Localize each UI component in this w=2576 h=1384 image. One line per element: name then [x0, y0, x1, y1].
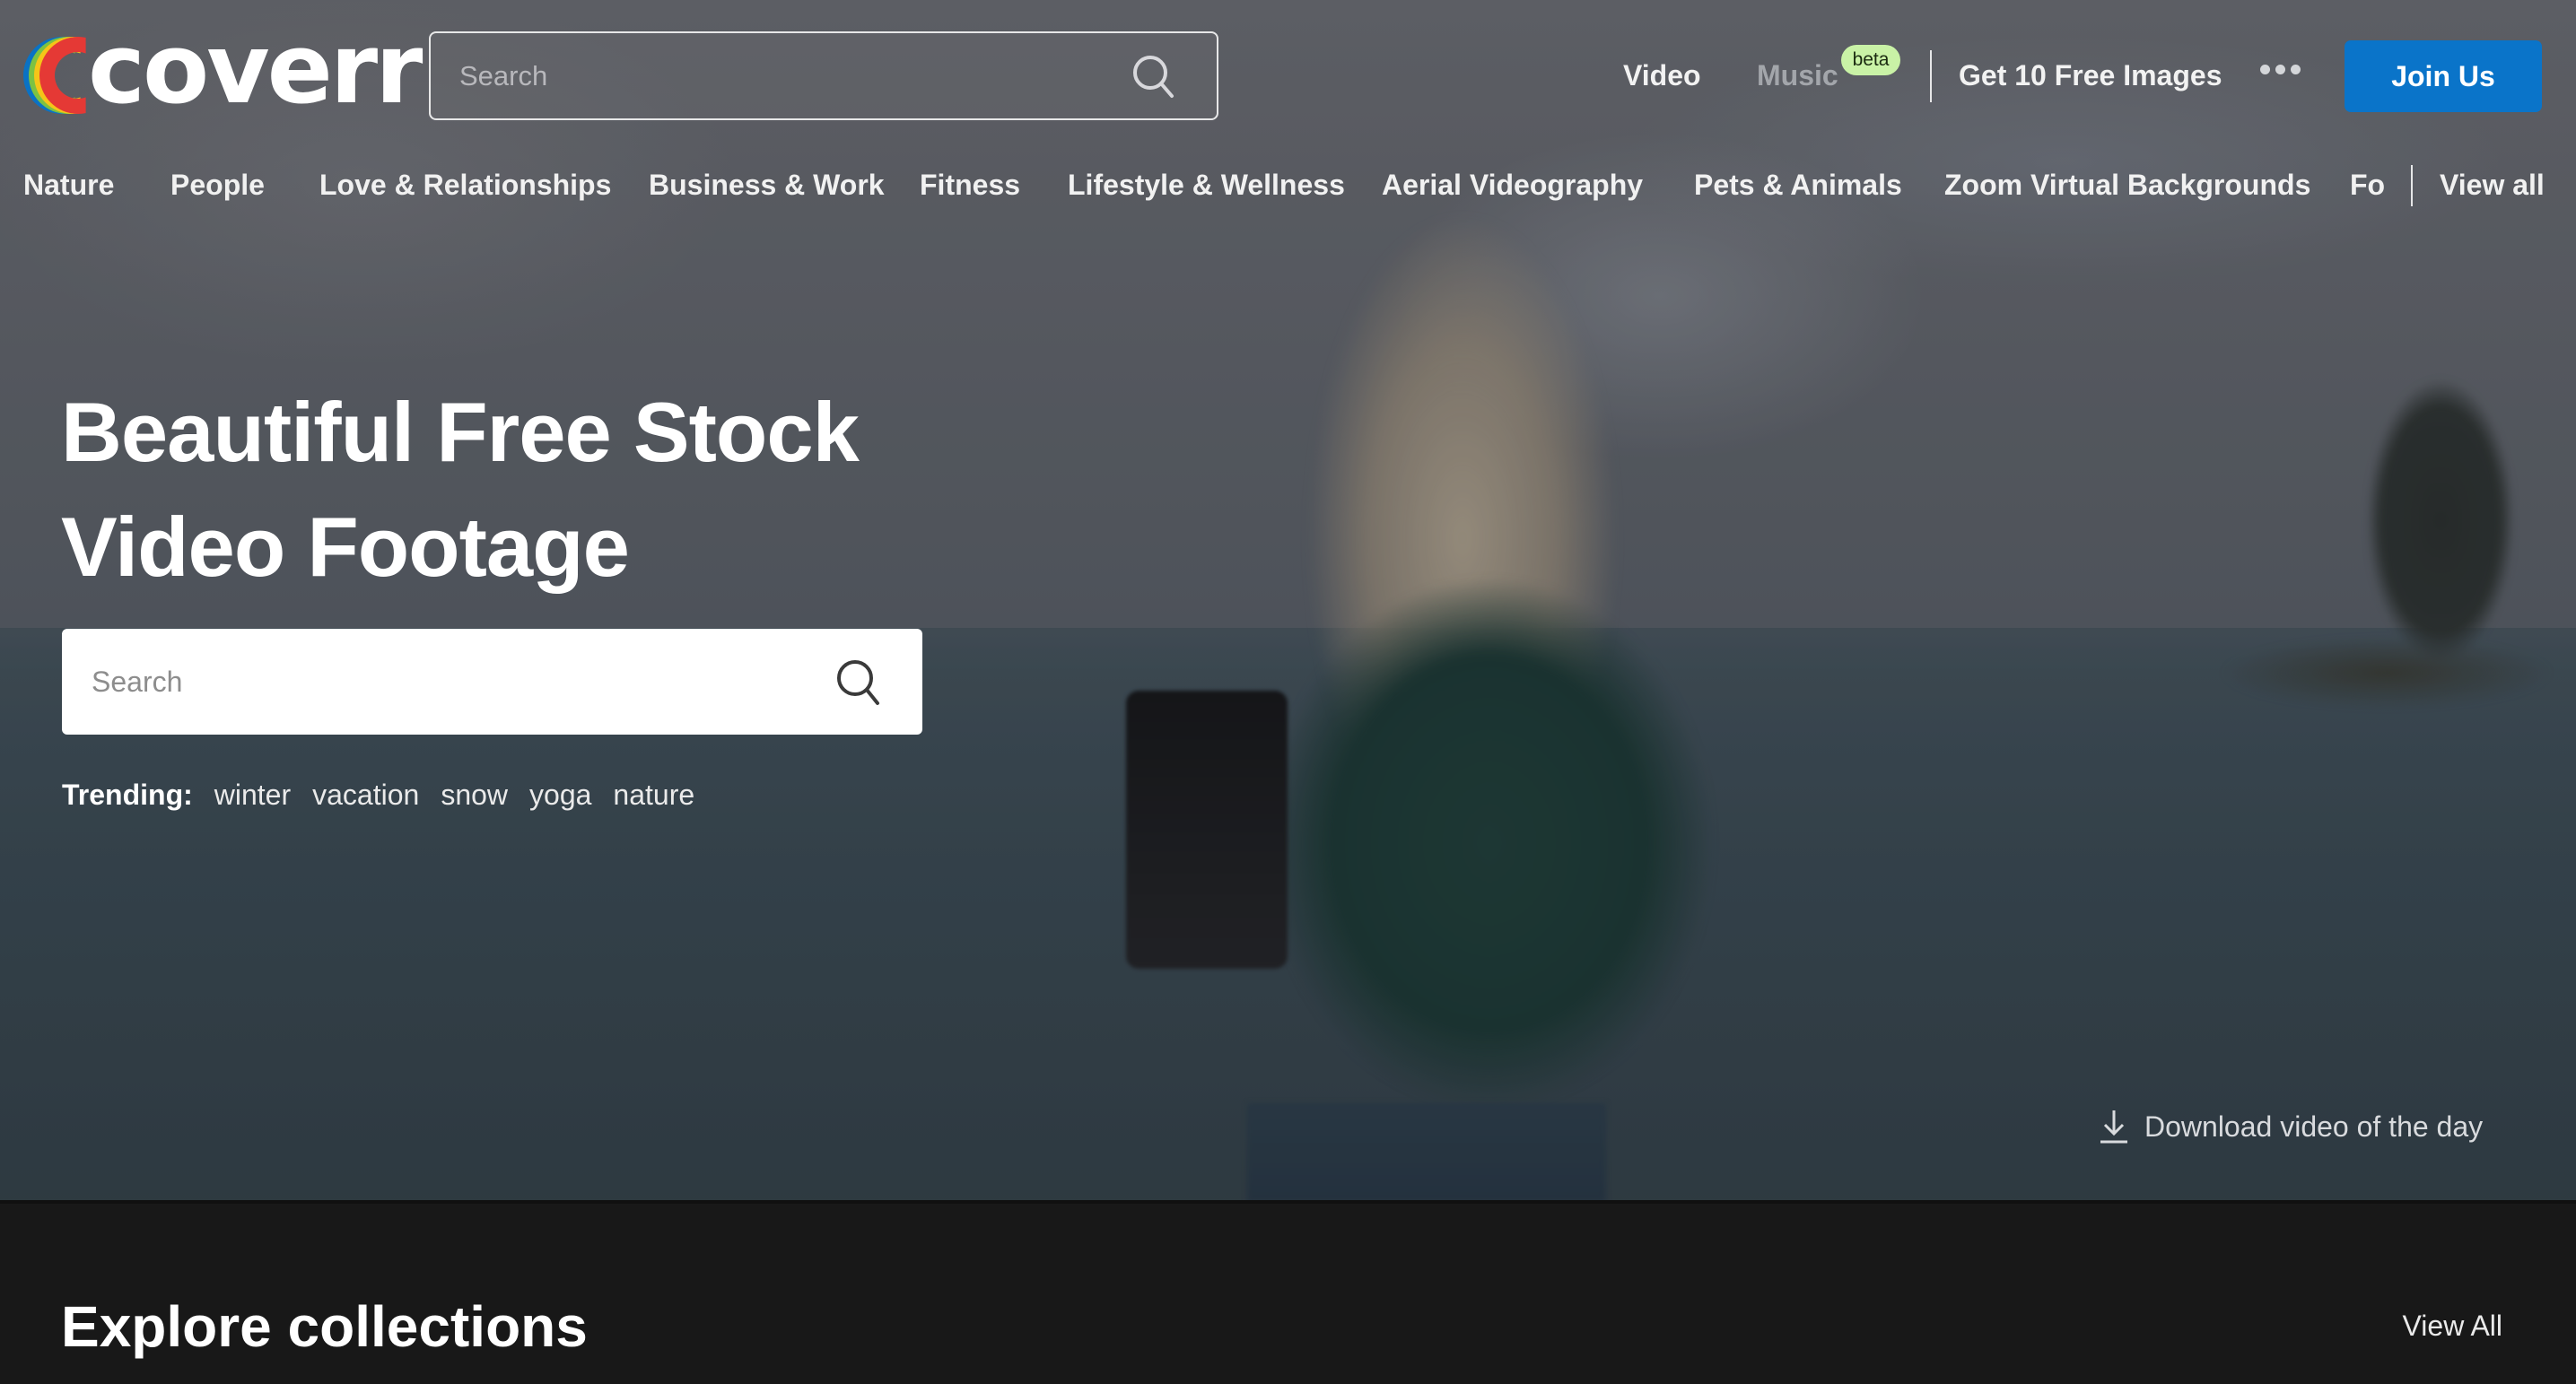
category-divider: [2411, 165, 2413, 206]
download-icon: [2100, 1110, 2127, 1144]
download-video-of-day-link[interactable]: Download video of the day: [2098, 1109, 2483, 1145]
nav-get-free-images[interactable]: Get 10 Free Images: [1959, 59, 2222, 92]
category-people[interactable]: People: [170, 169, 265, 202]
hero-title-line2: Video Footage: [61, 500, 630, 594]
category-nature[interactable]: Nature: [23, 169, 114, 202]
trending-tag[interactable]: vacation: [312, 779, 419, 812]
category-pets-animals[interactable]: Pets & Animals: [1694, 169, 1902, 202]
trending-tag[interactable]: nature: [613, 779, 694, 812]
logo-text: coverr: [88, 13, 423, 126]
category-love-relationships[interactable]: Love & Relationships: [319, 169, 611, 202]
trending-tag[interactable]: yoga: [529, 779, 591, 812]
trending-tag[interactable]: snow: [441, 779, 508, 812]
trending-tag[interactable]: winter: [214, 779, 291, 812]
trending-searches: Trending: winter vacation snow yoga natu…: [62, 779, 716, 812]
category-business-work[interactable]: Business & Work: [649, 169, 885, 202]
category-bar: Nature People Love & Relationships Busin…: [0, 161, 2576, 212]
nav-music[interactable]: Music: [1757, 59, 1838, 92]
coverr-logo[interactable]: coverr: [23, 22, 423, 118]
download-label: Download video of the day: [2144, 1110, 2484, 1143]
join-us-button[interactable]: Join Us: [2345, 40, 2542, 112]
category-aerial-videography[interactable]: Aerial Videography: [1382, 169, 1643, 202]
beta-badge: beta: [1841, 45, 1900, 75]
top-navigation: coverr Video Music beta Get 10 Free Imag…: [0, 0, 2576, 152]
search-icon[interactable]: [833, 656, 885, 708]
category-fitness[interactable]: Fitness: [920, 169, 1020, 202]
nav-video[interactable]: Video: [1623, 59, 1701, 92]
explore-view-all-link[interactable]: View All: [2403, 1310, 2502, 1343]
category-view-all[interactable]: View all: [2440, 169, 2545, 202]
search-icon[interactable]: [1129, 51, 1179, 101]
explore-collections-section: Explore collections View All: [0, 1200, 2576, 1384]
nav-divider: [1930, 50, 1932, 102]
hero-search-box[interactable]: [62, 629, 922, 735]
category-truncated[interactable]: Fo: [2350, 169, 2385, 202]
more-menu-icon[interactable]: [2260, 65, 2301, 74]
header-search-input[interactable]: [431, 33, 1129, 118]
category-zoom-backgrounds[interactable]: Zoom Virtual Backgrounds: [1944, 169, 2310, 202]
explore-title: Explore collections: [61, 1294, 588, 1359]
hero-search-input[interactable]: [62, 629, 833, 735]
category-lifestyle-wellness[interactable]: Lifestyle & Wellness: [1068, 169, 1345, 202]
hero-title: Beautiful Free Stock Video Footage: [61, 375, 958, 605]
trending-label: Trending:: [62, 779, 193, 811]
logo-rainbow-mark: [23, 37, 93, 114]
header-search-box[interactable]: [429, 31, 1218, 120]
hero-title-line1: Beautiful Free Stock: [61, 385, 860, 479]
